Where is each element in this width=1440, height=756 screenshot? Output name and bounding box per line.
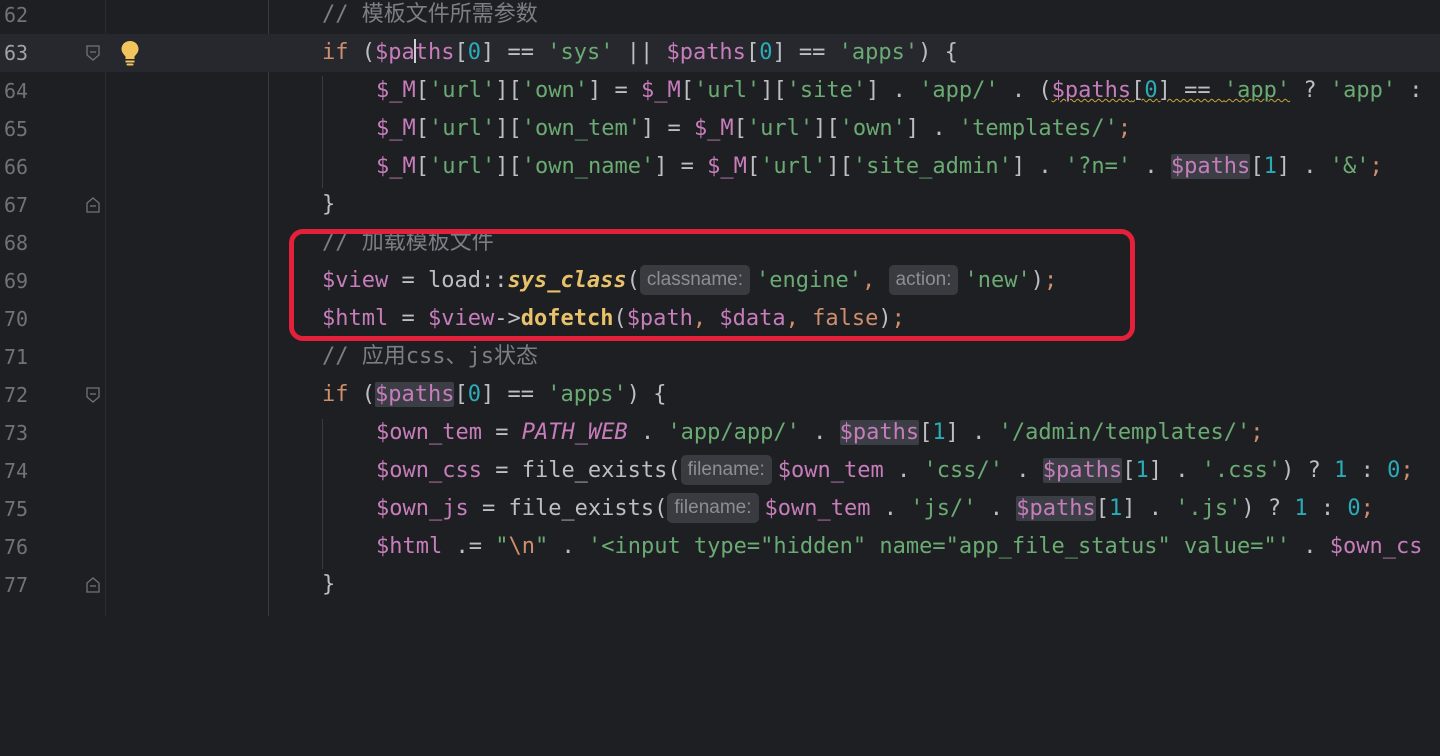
line-number: 71 xyxy=(4,345,29,369)
param-hint-action: action: xyxy=(888,265,959,295)
code-comment: // 应用css、js状态 xyxy=(322,344,538,369)
fold-marker-icon[interactable] xyxy=(86,197,100,213)
line-number: 65 xyxy=(4,117,29,141)
code-text: $view = load::sys_class(classname:'engin… xyxy=(322,262,1057,300)
line-number: 62 xyxy=(4,3,29,27)
code-text: } xyxy=(322,572,336,597)
code-text: $html .= "\n" . '<input type="hidden" na… xyxy=(376,534,1423,559)
code-comment: // 模板文件所需参数 xyxy=(322,2,538,27)
line-number: 72 xyxy=(4,383,29,407)
code-text: } xyxy=(322,192,336,217)
code-text: $_M['url']['own_tem'] = $_M['url']['own'… xyxy=(376,116,1132,141)
code-line-62[interactable]: 62 // 模板文件所需参数 xyxy=(0,0,1440,34)
code-line-64[interactable]: 64 $_M['url']['own'] = $_M['url']['site'… xyxy=(0,72,1440,110)
line-number: 76 xyxy=(4,535,29,559)
line-number: 66 xyxy=(4,155,29,179)
fold-marker-icon[interactable] xyxy=(86,45,100,61)
code-line-73[interactable]: 73 $own_tem = PATH_WEB . 'app/app/' . $p… xyxy=(0,414,1440,452)
line-number: 69 xyxy=(4,269,29,293)
lightbulb-icon[interactable] xyxy=(120,40,140,66)
code-text: $_M['url']['own'] = $_M['url']['site'] .… xyxy=(376,78,1423,103)
fold-marker-icon[interactable] xyxy=(86,387,100,403)
code-text: $own_tem = PATH_WEB . 'app/app/' . $path… xyxy=(376,420,1264,445)
code-text: $own_css = file_exists(filename: $own_tem… xyxy=(376,452,1414,490)
code-text: $html = $view->dofetch($path, $data, fal… xyxy=(322,306,905,331)
line-number: 63 xyxy=(4,41,29,65)
code-editor[interactable]: 62 // 模板文件所需参数 63 if ($paths[0] == 'sys'… xyxy=(0,0,1440,616)
line-number: 74 xyxy=(4,459,29,483)
code-line-77[interactable]: 77 } xyxy=(0,566,1440,604)
code-line-70[interactable]: 70 $html = $view->dofetch($path, $data, … xyxy=(0,300,1440,338)
code-text: if ($paths[0] == 'apps') { xyxy=(322,382,667,407)
code-text: $own_js = file_exists(filename: $own_tem … xyxy=(376,490,1374,528)
line-number: 70 xyxy=(4,307,29,331)
line-number: 67 xyxy=(4,193,29,217)
code-line-72[interactable]: 72 if ($paths[0] == 'apps') { xyxy=(0,376,1440,414)
line-number: 77 xyxy=(4,573,29,597)
fold-marker-icon[interactable] xyxy=(86,577,100,593)
code-line-68[interactable]: 68 // 加载模板文件 xyxy=(0,224,1440,262)
code-line-66[interactable]: 66 $_M['url']['own_name'] = $_M['url']['… xyxy=(0,148,1440,186)
code-line-71[interactable]: 71 // 应用css、js状态 xyxy=(0,338,1440,376)
code-text: if ($paths[0] == 'sys' || $paths[0] == '… xyxy=(322,39,958,65)
code-line-75[interactable]: 75 $own_js = file_exists(filename: $own_t… xyxy=(0,490,1440,528)
code-line-69[interactable]: 69 $view = load::sys_class(classname:'en… xyxy=(0,262,1440,300)
line-number: 64 xyxy=(4,79,29,103)
param-hint-classname: classname: xyxy=(639,265,751,295)
line-number: 73 xyxy=(4,421,29,445)
param-hint-filename: filename: xyxy=(680,455,772,485)
line-number: 75 xyxy=(4,497,29,521)
code-comment: // 加载模板文件 xyxy=(322,230,494,255)
line-number: 68 xyxy=(4,231,29,255)
code-line-63[interactable]: 63 if ($paths[0] == 'sys' || $paths[0] =… xyxy=(0,34,1440,72)
code-line-74[interactable]: 74 $own_css = file_exists(filename: $own_… xyxy=(0,452,1440,490)
param-hint-filename: filename: xyxy=(667,493,759,523)
code-line-67[interactable]: 67 } xyxy=(0,186,1440,224)
code-line-65[interactable]: 65 $_M['url']['own_tem'] = $_M['url']['o… xyxy=(0,110,1440,148)
code-line-76[interactable]: 76 $html .= "\n" . '<input type="hidden"… xyxy=(0,528,1440,566)
code-text: $_M['url']['own_name'] = $_M['url']['sit… xyxy=(376,154,1383,179)
